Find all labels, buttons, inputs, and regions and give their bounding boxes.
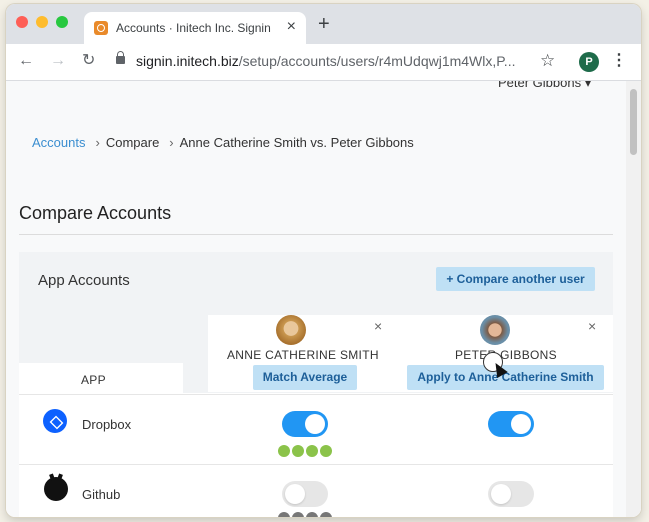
tab-title: Accounts · Initech Inc. Signin · <box>116 21 274 35</box>
tab-strip: Accounts · Initech Inc. Signin · × + <box>6 4 641 44</box>
row-divider <box>19 464 613 465</box>
toggle-knob <box>491 484 511 504</box>
remove-user-peter-icon[interactable]: × <box>588 318 596 334</box>
lock-icon <box>116 51 125 64</box>
breadcrumb: Accounts › Compare › Anne Catherine Smith vs… <box>32 135 414 150</box>
usage-dot <box>292 512 304 517</box>
forward-icon[interactable]: → <box>50 52 66 70</box>
browser-tab[interactable]: Accounts · Initech Inc. Signin · × <box>84 12 306 44</box>
usage-dot <box>320 512 332 517</box>
toggle-knob <box>285 484 305 504</box>
profile-avatar[interactable]: P <box>579 52 599 72</box>
app-name-dropbox: Dropbox <box>82 417 132 432</box>
browser-toolbar: ← → ↻ signin.initech.biz/setup/accounts/… <box>6 44 641 81</box>
user-name-anne: ANNE CATHERINE SMITH <box>227 348 379 362</box>
address-bar[interactable]: signin.initech.biz/setup/accounts/users/… <box>136 53 515 69</box>
breadcrumb-current: Anne Catherine Smith vs. Peter Gibbons <box>179 135 414 150</box>
usage-dot <box>320 445 332 457</box>
browser-menu-icon[interactable]: ⋮ <box>611 52 627 70</box>
usage-dot <box>292 445 304 457</box>
toggle-dropbox-peter[interactable] <box>488 411 534 437</box>
toggle-dropbox-anne[interactable] <box>282 411 328 437</box>
toggle-knob <box>511 414 531 434</box>
toggle-knob <box>305 414 325 434</box>
github-icon <box>44 477 68 501</box>
url-path: /setup/accounts/users/r4mUdqwj1m4Wlx,P..… <box>238 53 516 69</box>
app-column-header: APP <box>81 373 106 387</box>
user-name-peter: PETER GIBBONS <box>455 348 557 362</box>
app-name-github: Github <box>82 487 121 502</box>
url-host: signin.initech.biz <box>136 53 239 69</box>
scroll-thumb[interactable] <box>630 89 637 155</box>
back-icon[interactable]: ← <box>18 52 34 70</box>
compare-another-user-button[interactable]: + Compare another user <box>436 267 595 291</box>
title-divider <box>19 234 613 235</box>
toggle-github-peter[interactable] <box>488 481 534 507</box>
usage-dot <box>306 445 318 457</box>
bookmark-star-icon[interactable]: ☆ <box>540 51 555 71</box>
breadcrumb-compare: Compare <box>105 135 160 150</box>
toggle-github-anne[interactable] <box>282 481 328 507</box>
close-window-button[interactable] <box>16 16 28 28</box>
maximize-window-button[interactable] <box>56 16 68 28</box>
match-average-button[interactable]: Match Average <box>253 365 357 390</box>
new-tab-button[interactable]: + <box>318 14 330 34</box>
browser-window: Accounts · Initech Inc. Signin · × + ← →… <box>6 4 641 517</box>
usage-dot <box>278 512 290 517</box>
usage-dot <box>278 445 290 457</box>
user-avatar-anne <box>276 315 306 345</box>
page-scrollbar[interactable] <box>626 81 641 517</box>
dropbox-icon <box>43 409 67 433</box>
panel-heading: App Accounts <box>38 272 130 289</box>
reload-icon[interactable]: ↻ <box>82 52 95 70</box>
user-avatar-peter <box>480 315 510 345</box>
user-menu[interactable]: Peter Gibbons ▾ <box>498 81 591 91</box>
remove-user-anne-icon[interactable]: × <box>374 318 382 334</box>
breadcrumb-separator: › <box>95 135 100 150</box>
site-favicon-icon <box>94 21 108 35</box>
tab-close-icon[interactable]: × <box>287 18 296 36</box>
page-title: Compare Accounts <box>19 203 172 223</box>
page-content: Peter Gibbons ▾ Accounts › Compare › Anne Ca… <box>6 81 641 517</box>
row-divider <box>19 394 613 395</box>
minimize-window-button[interactable] <box>36 16 48 28</box>
app-accounts-panel: App Accounts + Compare another user × AN… <box>19 252 613 517</box>
breadcrumb-separator: › <box>169 135 174 150</box>
usage-dot <box>306 512 318 517</box>
breadcrumb-accounts-link[interactable]: Accounts <box>32 135 85 150</box>
